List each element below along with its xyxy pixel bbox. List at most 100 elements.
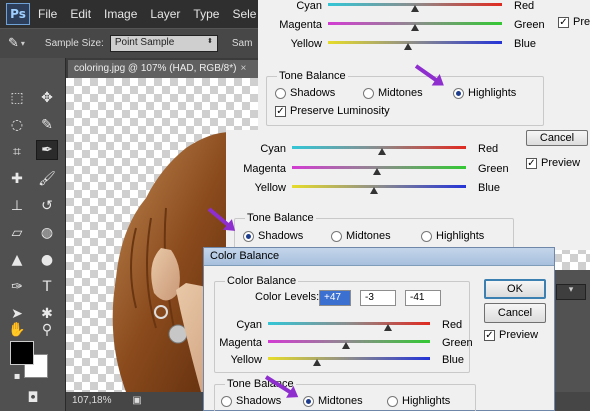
slider-left-label: Cyan: [236, 319, 262, 331]
foreground-color-swatch[interactable]: [10, 341, 34, 365]
slider-thumb[interactable]: [378, 148, 387, 155]
slider-yellow-blue-front[interactable]: Yellow Blue: [231, 354, 464, 368]
sample-label: Sam: [231, 38, 253, 49]
document-tab-title: coloring.jpg @ 107% (HAD, RGB/8*): [74, 63, 237, 74]
slider-thumb[interactable]: [369, 187, 378, 194]
menu-type[interactable]: Type: [193, 7, 219, 21]
radio-shadows[interactable]: Shadows: [243, 230, 303, 242]
radio-highlights[interactable]: Highlights: [421, 230, 484, 242]
photoshop-window: Ps File Edit Image Layer Type Sele ✎ ▾ S…: [0, 0, 590, 411]
menu-layer[interactable]: Layer: [150, 7, 180, 21]
slider-thumb[interactable]: [411, 5, 419, 12]
slider-right-label: Blue: [514, 38, 537, 50]
tone-balance-group-back: Tone Balance Shadows Midtones Highlights…: [266, 70, 544, 126]
slider-left-label: Cyan: [260, 143, 286, 155]
move-tool-icon[interactable]: ✥: [36, 88, 58, 108]
slider-right-label: Red: [514, 0, 535, 12]
slider-thumb[interactable]: [373, 168, 382, 175]
radio-midtones[interactable]: Midtones: [303, 395, 363, 407]
slider-cyan-red-mid[interactable]: Cyan Red: [260, 143, 498, 157]
menu-edit[interactable]: Edit: [70, 7, 91, 21]
slider-magenta-green-front[interactable]: Magenta Green: [219, 337, 473, 351]
level-magenta-green-input[interactable]: -3: [360, 290, 396, 306]
radio-label: Midtones: [346, 230, 391, 242]
slider-thumb[interactable]: [383, 324, 392, 331]
sample-size-select[interactable]: Point Sample ⬍: [109, 35, 218, 52]
slider-right-label: Blue: [478, 182, 501, 194]
ok-button[interactable]: OK: [484, 279, 546, 299]
radio-shadows[interactable]: Shadows: [221, 395, 281, 407]
stamp-tool-icon[interactable]: ⊥: [6, 196, 28, 216]
menu-select[interactable]: Sele: [232, 7, 256, 21]
slider-left-label: Yellow: [254, 182, 286, 194]
preview-checkbox-back[interactable]: ✓ Previ: [558, 16, 590, 28]
level-yellow-blue-input[interactable]: -41: [405, 290, 441, 306]
panel-dropdown-icon[interactable]: ▾: [556, 284, 586, 300]
radio-midtones[interactable]: Midtones: [363, 87, 423, 99]
dialog-titlebar[interactable]: Color Balance: [204, 248, 554, 266]
slider-thumb[interactable]: [312, 359, 321, 366]
checkbox-label: Preview: [499, 329, 539, 341]
photoshop-logo: Ps: [6, 3, 30, 25]
slider-thumb[interactable]: [404, 43, 413, 50]
cancel-button[interactable]: Cancel: [484, 303, 546, 323]
eraser-tool-icon[interactable]: ▱: [6, 223, 28, 243]
radio-label: Highlights: [436, 230, 485, 242]
slider-cyan-red-back[interactable]: Cyan Red: [296, 0, 534, 14]
radio-label: Highlights: [468, 87, 517, 99]
slider-yellow-blue-mid[interactable]: Yellow Blue: [255, 182, 500, 196]
healing-tool-icon[interactable]: ✚: [6, 169, 28, 189]
eyedropper-tool-icon[interactable]: ✒: [36, 140, 58, 160]
slider-yellow-blue-back[interactable]: Yellow Blue: [291, 38, 536, 52]
status-info-icon[interactable]: ▣: [132, 395, 141, 406]
slider-right-label: Red: [442, 319, 463, 331]
radio-midtones[interactable]: Midtones: [331, 230, 391, 242]
quick-select-tool-icon[interactable]: ✎: [36, 115, 58, 135]
radio-label: Shadows: [236, 395, 282, 407]
preview-checkbox-front[interactable]: ✓ Preview: [484, 329, 538, 341]
brush-tool-icon[interactable]: 🖌: [36, 169, 58, 189]
slider-magenta-green-back[interactable]: Magenta Green: [279, 19, 545, 33]
tools-panel: ⬚ ✥ ◌ ✎ ⌗ ✒ ✚ 🖌 ⊥ ↺ ▱ ◍ ▲ ● ✑ T ➤ ✱ ✋ ⚲ …: [0, 58, 66, 411]
blur-tool-icon[interactable]: ▲: [6, 250, 28, 270]
chevron-down-icon[interactable]: ▾: [21, 39, 25, 48]
slider-magenta-green-mid[interactable]: Magenta Green: [243, 163, 509, 177]
color-balance-dialog-front: Color Balance Color Balance Color Levels…: [203, 247, 555, 411]
marquee-tool-icon[interactable]: ⬚: [6, 88, 28, 108]
slider-cyan-red-front[interactable]: Cyan Red: [236, 319, 462, 333]
radio-highlights[interactable]: Highlights: [387, 395, 450, 407]
slider-left-label: Magenta: [279, 19, 322, 31]
dodge-tool-icon[interactable]: ●: [36, 250, 58, 270]
menu-image[interactable]: Image: [104, 7, 137, 21]
hand-tool-icon[interactable]: ✋: [6, 320, 28, 340]
zoom-tool-icon[interactable]: ⚲: [36, 320, 58, 340]
tone-balance-group-front: Tone Balance Shadows Midtones Highlights: [214, 378, 476, 411]
crop-tool-icon[interactable]: ⌗: [6, 142, 28, 162]
radio-label: Shadows: [258, 230, 304, 242]
pen-tool-icon[interactable]: ✑: [6, 277, 28, 297]
cancel-button-mid[interactable]: Cancel: [526, 130, 588, 146]
radio-dot-selected: [243, 230, 254, 242]
level-cyan-red-input[interactable]: +47: [319, 290, 351, 306]
slider-thumb[interactable]: [411, 24, 419, 31]
radio-label: Midtones: [378, 87, 423, 99]
radio-shadows[interactable]: Shadows: [275, 87, 335, 99]
preview-checkbox-mid[interactable]: ✓ Preview: [526, 157, 580, 169]
slider-thumb[interactable]: [341, 342, 350, 349]
menu-file[interactable]: File: [38, 7, 57, 21]
quick-mask-icon[interactable]: ◘: [22, 388, 44, 408]
document-tab[interactable]: coloring.jpg @ 107% (HAD, RGB/8*) ×: [68, 60, 258, 78]
checkbox-label: Previ: [573, 16, 590, 28]
radio-highlights[interactable]: Highlights: [453, 87, 516, 99]
type-tool-icon[interactable]: T: [36, 277, 58, 297]
preserve-luminosity-checkbox[interactable]: ✓ Preserve Luminosity: [275, 105, 390, 117]
close-icon[interactable]: ×: [240, 63, 246, 74]
slider-left-label: Magenta: [243, 163, 286, 175]
paint-bucket-icon[interactable]: ◍: [36, 223, 58, 243]
layers-panel-strip: ▾: [552, 270, 590, 392]
eyedropper-icon[interactable]: ✎: [8, 36, 19, 51]
history-brush-icon[interactable]: ↺: [36, 196, 58, 216]
slider-left-label: Yellow: [230, 354, 262, 366]
lasso-tool-icon[interactable]: ◌: [6, 115, 28, 135]
default-colors-icon[interactable]: ▪: [6, 366, 28, 386]
